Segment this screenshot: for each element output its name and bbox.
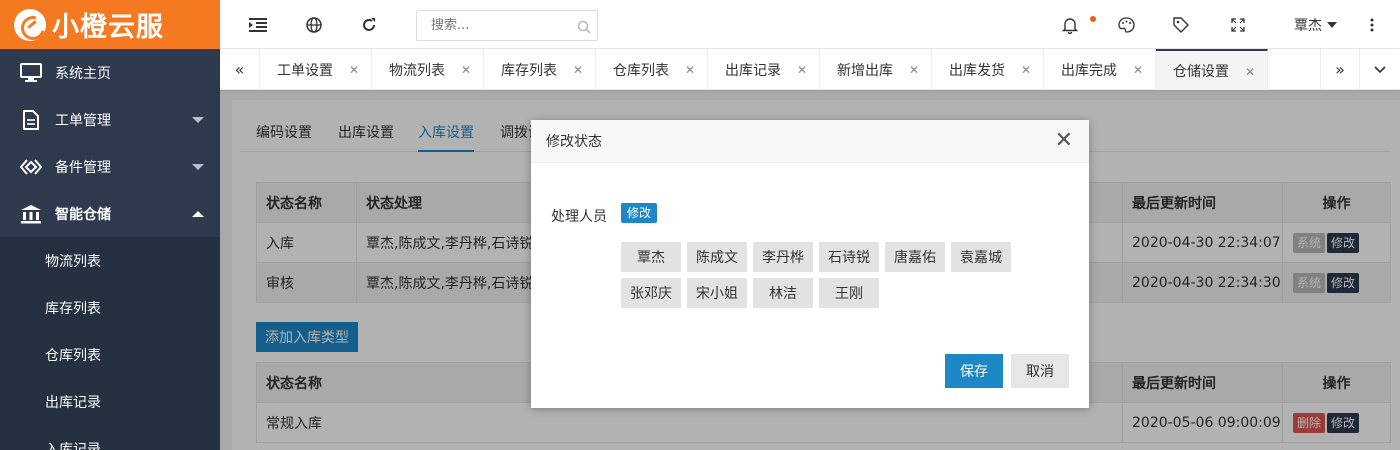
sidebar-subitem-stock[interactable]: 库存列表 — [0, 284, 220, 331]
sidebar-subitem-outbound[interactable]: 出库记录 — [0, 378, 220, 425]
close-icon[interactable]: ✕ — [1021, 63, 1031, 77]
handler-chip[interactable]: 袁嘉城 — [951, 242, 1011, 272]
sidebar-item-home[interactable]: 系统主页 — [0, 49, 220, 96]
tabs-dropdown-button[interactable] — [1360, 49, 1400, 90]
user-menu[interactable]: 覃杰 — [1294, 15, 1337, 35]
close-icon[interactable]: ✕ — [1055, 130, 1073, 152]
tab-storage-settings[interactable]: 仓储设置 ✕ — [1156, 49, 1268, 90]
chevron-down-icon — [1327, 22, 1337, 28]
handlers-label: 处理人员 — [551, 209, 607, 225]
sidebar-item-workorder[interactable]: 工单管理 — [0, 96, 220, 143]
tab-outbound-done[interactable]: 出库完成 ✕ — [1044, 49, 1156, 90]
search-icon[interactable] — [574, 17, 594, 37]
tab-stock[interactable]: 库存列表 ✕ — [484, 49, 596, 90]
tab-new-outbound[interactable]: 新增出库 ✕ — [820, 49, 932, 90]
chevron-up-icon — [192, 211, 204, 217]
sidebar-item-label: 工单管理 — [55, 112, 111, 129]
chevron-double-left-icon: « — [234, 60, 245, 79]
chevron-down-icon — [192, 117, 204, 123]
chevron-down-icon — [1374, 65, 1386, 73]
fullscreen-icon[interactable] — [1228, 15, 1248, 35]
bell-icon[interactable] — [1060, 15, 1080, 35]
handler-chip[interactable]: 李丹桦 — [753, 242, 813, 272]
monitor-icon — [20, 62, 42, 83]
tab-warehouses[interactable]: 仓库列表 ✕ — [596, 49, 708, 90]
sidebar-item-spareparts[interactable]: 备件管理 — [0, 143, 220, 190]
logo-text: 小橙云服 — [52, 12, 164, 43]
tab-bar: « 工单设置 ✕ 物流列表 ✕ 库存列表 ✕ 仓库列表 ✕ 出库记录 ✕ 新增出库 ✕ 出库… — [220, 49, 1400, 90]
handler-chip[interactable]: 宋小姐 — [687, 278, 747, 308]
sidebar-item-label: 智能仓储 — [55, 206, 111, 223]
close-icon[interactable]: ✕ — [797, 63, 807, 77]
handler-chip[interactable]: 石诗锐 — [819, 242, 879, 272]
handler-chip[interactable]: 张邓庆 — [621, 278, 681, 308]
refresh-icon[interactable] — [359, 15, 379, 35]
close-icon[interactable]: ✕ — [461, 63, 471, 77]
handler-chip[interactable]: 覃杰 — [621, 242, 681, 272]
sidebar: 小橙云服 系统主页 工单管理 备件管理 智能仓储 物流列表 库存列表 仓库列表 … — [0, 0, 220, 450]
document-icon — [20, 109, 42, 130]
tag-icon[interactable] — [1171, 15, 1191, 35]
handler-chip[interactable]: 陈成文 — [687, 242, 747, 272]
diamond-link-icon — [20, 157, 42, 177]
cancel-button[interactable]: 取消 — [1011, 354, 1069, 388]
tabs-prev-button[interactable]: « — [220, 49, 260, 90]
close-icon[interactable]: ✕ — [349, 63, 359, 77]
sidebar-item-label: 系统主页 — [55, 65, 111, 82]
logo-icon — [14, 8, 46, 41]
chevron-double-right-icon: » — [1335, 60, 1345, 79]
modal-header: 修改状态 — [531, 120, 1089, 163]
sidebar-item-label: 备件管理 — [55, 159, 111, 176]
tab-workorder-settings[interactable]: 工单设置 ✕ — [260, 49, 372, 90]
globe-icon[interactable] — [304, 15, 324, 35]
close-icon[interactable]: ✕ — [1245, 65, 1255, 79]
top-header: 覃杰 — [220, 0, 1400, 49]
handler-chip[interactable]: 王刚 — [819, 278, 879, 308]
close-icon[interactable]: ✕ — [685, 63, 695, 77]
bank-icon — [20, 204, 42, 224]
user-name: 覃杰 — [1294, 18, 1322, 34]
sidebar-subitem-inbound[interactable]: 入库记录 — [0, 425, 220, 450]
tab-outbound-records[interactable]: 出库记录 ✕ — [708, 49, 820, 90]
close-icon[interactable]: ✕ — [1133, 63, 1143, 77]
chevron-down-icon — [192, 164, 204, 170]
notification-dot — [1090, 16, 1096, 22]
more-vertical-icon[interactable] — [1362, 15, 1382, 35]
save-button[interactable]: 保存 — [945, 354, 1003, 388]
search-input[interactable] — [416, 10, 598, 41]
edit-status-modal: 修改状态 ✕ 处理人员 修改 覃杰 陈成文 李丹桦 石诗锐 唐嘉佑 袁嘉城 张邓… — [531, 120, 1089, 408]
close-icon[interactable]: ✕ — [909, 63, 919, 77]
sidebar-subitem-logistics[interactable]: 物流列表 — [0, 237, 220, 284]
close-icon[interactable]: ✕ — [573, 63, 583, 77]
sidebar-subitem-warehouses[interactable]: 仓库列表 — [0, 331, 220, 378]
handler-chip[interactable]: 林洁 — [753, 278, 813, 308]
tab-outbound-ship[interactable]: 出库发货 ✕ — [932, 49, 1044, 90]
modal-title: 修改状态 — [546, 134, 602, 150]
sidebar-item-warehouse[interactable]: 智能仓储 — [0, 190, 220, 237]
logo[interactable]: 小橙云服 — [0, 0, 220, 49]
menu-fold-icon[interactable] — [248, 15, 268, 35]
edit-handlers-button[interactable]: 修改 — [621, 203, 658, 223]
tabs-next-button[interactable]: » — [1320, 49, 1360, 90]
tab-logistics[interactable]: 物流列表 ✕ — [372, 49, 484, 90]
handler-chip[interactable]: 唐嘉佑 — [885, 242, 945, 272]
palette-icon[interactable] — [1116, 15, 1136, 35]
sidebar-submenu: 物流列表 库存列表 仓库列表 出库记录 入库记录 — [0, 237, 220, 450]
